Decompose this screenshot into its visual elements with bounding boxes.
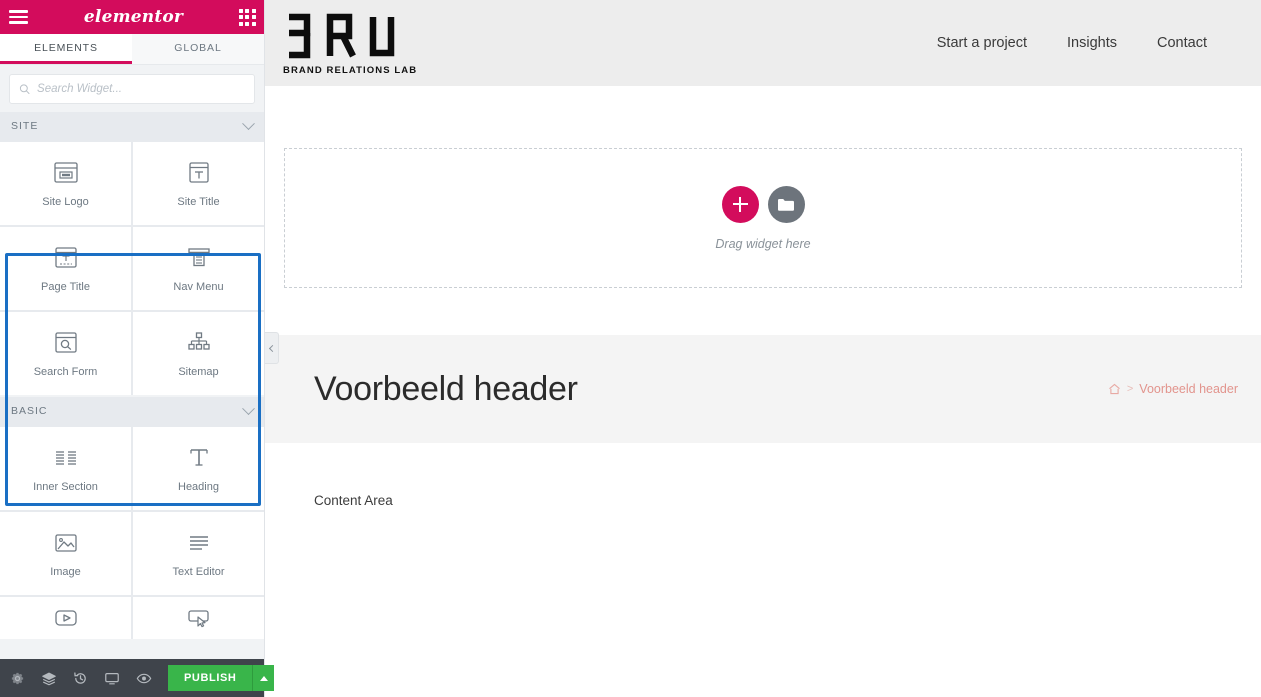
elementor-logo: elementor: [83, 7, 184, 27]
widget-video[interactable]: [0, 597, 131, 639]
breadcrumb-separator: >: [1126, 383, 1134, 395]
content-area: Content Area: [265, 443, 1261, 508]
site-logo-icon: [51, 160, 81, 186]
widget-site-logo[interactable]: Site Logo: [0, 142, 131, 225]
elementor-editor: elementor ELEMENTS GLOBAL SITE: [0, 0, 1261, 697]
site-nav: Start a project Insights Contact: [937, 35, 1241, 51]
nav-link-insights[interactable]: Insights: [1067, 35, 1117, 51]
search-box[interactable]: [9, 74, 255, 104]
search-icon: [19, 84, 30, 94]
video-icon: [51, 605, 81, 631]
section-header-site[interactable]: SITE: [0, 112, 264, 140]
page-title-icon: [51, 245, 81, 271]
widget-label: Heading: [178, 480, 219, 493]
search-widget-container: [0, 65, 264, 112]
site-header: BRAND RELATIONS LAB Start a project Insi…: [265, 0, 1261, 86]
brl-logo-mark: [283, 11, 417, 61]
widget-label: Site Logo: [42, 195, 89, 208]
inner-section-icon: [51, 445, 81, 471]
responsive-mode-icon[interactable]: [104, 670, 120, 687]
folder-icon: [778, 198, 794, 211]
widget-heading[interactable]: Heading: [133, 427, 264, 510]
settings-gear-icon[interactable]: [10, 670, 25, 687]
widget-label: Text Editor: [172, 565, 225, 578]
widget-label: Search Form: [33, 365, 98, 378]
drag-widget-dropzone[interactable]: Drag widget here: [284, 148, 1242, 288]
search-input[interactable]: [37, 83, 245, 95]
preview-canvas: BRAND RELATIONS LAB Start a project Insi…: [265, 0, 1261, 697]
brl-logo-svg: [289, 13, 395, 58]
section-title-site: SITE: [11, 120, 39, 132]
breadcrumb: > Voorbeeld header: [1108, 382, 1241, 396]
widget-list[interactable]: SITE Site Logo Site Title Page Title Nav…: [0, 112, 264, 659]
search-form-icon: [51, 330, 81, 356]
widget-inner-section[interactable]: Inner Section: [0, 427, 131, 510]
widget-label: Nav Menu: [173, 280, 224, 293]
brand-logo[interactable]: BRAND RELATIONS LAB: [275, 11, 417, 76]
widget-page-title[interactable]: Page Title: [0, 227, 131, 310]
caret-up-icon: [259, 675, 268, 681]
chevron-down-icon: [242, 116, 255, 130]
widget-grid-site: Site Logo Site Title Page Title Nav Menu…: [0, 140, 264, 395]
widget-label: Sitemap: [178, 365, 219, 378]
history-icon[interactable]: [73, 670, 88, 687]
add-section-button[interactable]: [721, 185, 759, 223]
widget-label: Site Title: [177, 195, 220, 208]
chevron-down-icon: [242, 401, 255, 415]
hamburger-icon[interactable]: [9, 8, 28, 26]
button-icon: [184, 605, 214, 631]
widget-label: Page Title: [41, 280, 90, 293]
widget-grid-basic: Inner Section Heading Image Text Editor: [0, 425, 264, 639]
dropzone-buttons: [721, 185, 805, 223]
widget-button[interactable]: [133, 597, 264, 639]
nav-link-start-a-project[interactable]: Start a project: [937, 35, 1027, 51]
section-title-basic: BASIC: [11, 405, 48, 417]
page-title: Voorbeeld header: [314, 369, 578, 408]
image-icon: [51, 530, 81, 556]
publish-options-button[interactable]: [252, 665, 275, 691]
page-title-section: Voorbeeld header > Voorbeeld header: [265, 335, 1261, 443]
publish-group: PUBLISH: [168, 665, 275, 691]
text-editor-icon: [184, 530, 214, 556]
widget-search-form[interactable]: Search Form: [0, 312, 131, 395]
publish-button[interactable]: PUBLISH: [168, 665, 253, 691]
chevron-left-icon: [268, 344, 277, 352]
tab-elements[interactable]: ELEMENTS: [0, 34, 132, 64]
brand-tagline: BRAND RELATIONS LAB: [283, 64, 418, 76]
panel-header: elementor: [0, 0, 264, 34]
site-title-icon: [184, 160, 214, 186]
widget-sitemap[interactable]: Sitemap: [133, 312, 264, 395]
dropzone-text: Drag widget here: [715, 236, 811, 251]
home-icon[interactable]: [1108, 383, 1121, 395]
widget-label: Inner Section: [33, 480, 98, 493]
breadcrumb-current[interactable]: Voorbeeld header: [1139, 382, 1238, 396]
dropzone-area: Drag widget here: [265, 86, 1261, 288]
navigator-layers-icon[interactable]: [41, 670, 57, 687]
panel-footer-toolbar: PUBLISH: [0, 659, 275, 697]
widget-nav-menu[interactable]: Nav Menu: [133, 227, 264, 310]
add-template-button[interactable]: [767, 185, 805, 223]
nav-link-contact[interactable]: Contact: [1157, 35, 1207, 51]
grid-apps-icon[interactable]: [238, 9, 256, 26]
widget-image[interactable]: Image: [0, 512, 131, 595]
nav-menu-icon: [184, 245, 214, 271]
widget-site-title[interactable]: Site Title: [133, 142, 264, 225]
tab-global[interactable]: GLOBAL: [132, 34, 264, 64]
heading-icon: [184, 445, 214, 471]
widget-label: Image: [50, 565, 81, 578]
section-header-basic[interactable]: BASIC: [0, 397, 264, 425]
sitemap-icon: [184, 330, 214, 356]
panel-tabs: ELEMENTS GLOBAL: [0, 34, 264, 65]
widget-panel: elementor ELEMENTS GLOBAL SITE: [0, 0, 275, 697]
content-area-text: Content Area: [314, 493, 393, 508]
panel-collapse-handle[interactable]: [265, 332, 279, 364]
widget-text-editor[interactable]: Text Editor: [133, 512, 264, 595]
preview-eye-icon[interactable]: [136, 670, 152, 687]
